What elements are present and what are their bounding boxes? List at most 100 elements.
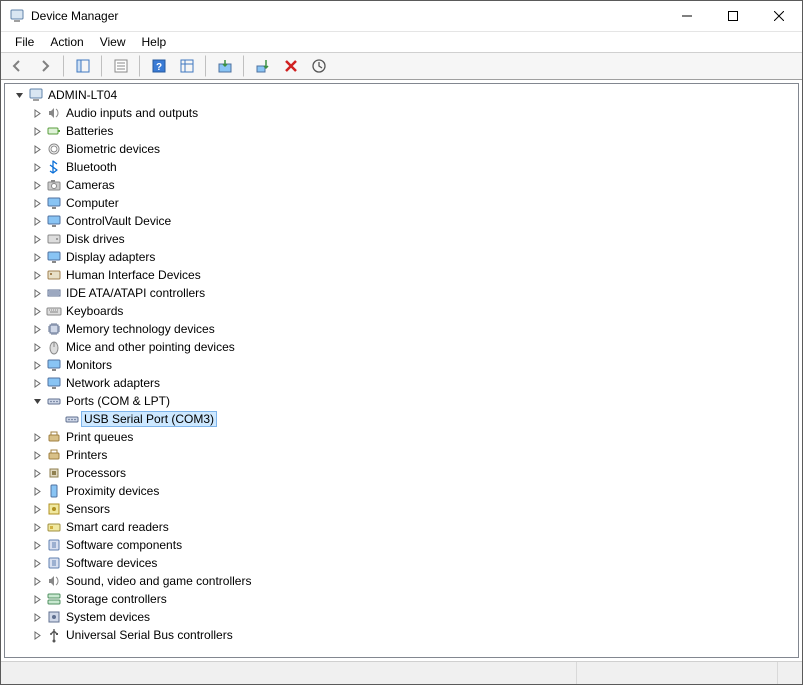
category-network[interactable]: Network adapters [9, 374, 798, 392]
category-display[interactable]: Display adapters [9, 248, 798, 266]
expand-icon[interactable] [29, 469, 45, 478]
expand-icon[interactable] [29, 631, 45, 640]
category-usb[interactable]: Universal Serial Bus controllers [9, 626, 798, 644]
category-storage[interactable]: Storage controllers [9, 590, 798, 608]
category-monitors[interactable]: Monitors [9, 356, 798, 374]
menu-view[interactable]: View [92, 33, 134, 51]
expand-icon[interactable] [29, 523, 45, 532]
category-ports[interactable]: Ports (COM & LPT) [9, 392, 798, 410]
collapse-icon[interactable] [11, 91, 27, 100]
expand-icon[interactable] [29, 145, 45, 154]
expand-icon[interactable] [29, 487, 45, 496]
tree-label: Biometric devices [63, 141, 163, 157]
category-cameras[interactable]: Cameras [9, 176, 798, 194]
category-keyboards[interactable]: Keyboards [9, 302, 798, 320]
minimize-button[interactable] [664, 1, 710, 31]
category-sensors[interactable]: Sensors [9, 500, 798, 518]
expand-icon[interactable] [29, 577, 45, 586]
menu-help[interactable]: Help [134, 33, 175, 51]
category-system[interactable]: System devices [9, 608, 798, 626]
usb-icon [45, 627, 63, 643]
category-bluetooth[interactable]: Bluetooth [9, 158, 798, 176]
category-printers[interactable]: Printers [9, 446, 798, 464]
collapse-icon[interactable] [29, 397, 45, 406]
app-icon [9, 8, 25, 24]
expand-icon[interactable] [29, 271, 45, 280]
category-sound[interactable]: Sound, video and game controllers [9, 572, 798, 590]
device-item-usbserial[interactable]: USB Serial Port (COM3) [9, 410, 798, 428]
category-cpu[interactable]: Processors [9, 464, 798, 482]
expand-icon[interactable] [29, 199, 45, 208]
category-memory[interactable]: Memory technology devices [9, 320, 798, 338]
expand-icon[interactable] [29, 379, 45, 388]
resize-grip[interactable] [778, 662, 802, 684]
close-button[interactable] [756, 1, 802, 31]
scan-hardware-button[interactable] [307, 54, 331, 78]
category-mice[interactable]: Mice and other pointing devices [9, 338, 798, 356]
tree-root[interactable]: ADMIN-LT04 [9, 86, 798, 104]
device-tree[interactable]: ADMIN-LT04 Audio inputs and outputsBatte… [4, 83, 799, 658]
expand-icon[interactable] [29, 361, 45, 370]
menu-action[interactable]: Action [42, 33, 91, 51]
category-batteries[interactable]: Batteries [9, 122, 798, 140]
category-disk[interactable]: Disk drives [9, 230, 798, 248]
menubar: File Action View Help [1, 32, 802, 52]
expand-icon[interactable] [29, 559, 45, 568]
category-audio[interactable]: Audio inputs and outputs [9, 104, 798, 122]
battery-icon [45, 123, 63, 139]
menu-file[interactable]: File [7, 33, 42, 51]
tree-label: System devices [63, 609, 153, 625]
expand-icon[interactable] [29, 505, 45, 514]
category-smartcard[interactable]: Smart card readers [9, 518, 798, 536]
tree-label: USB Serial Port (COM3) [81, 411, 217, 427]
software-icon [45, 555, 63, 571]
tree-label: Print queues [63, 429, 136, 445]
expand-icon[interactable] [29, 325, 45, 334]
toolbar-separator [101, 55, 103, 77]
expand-icon[interactable] [29, 253, 45, 262]
expand-icon[interactable] [29, 289, 45, 298]
help-button[interactable]: ? [147, 54, 171, 78]
tree-label: Monitors [63, 357, 115, 373]
tree-label: Cameras [63, 177, 118, 193]
category-hid[interactable]: Human Interface Devices [9, 266, 798, 284]
expand-icon[interactable] [29, 127, 45, 136]
expand-icon[interactable] [29, 235, 45, 244]
forward-button[interactable] [33, 54, 57, 78]
tree-label: IDE ATA/ATAPI controllers [63, 285, 208, 301]
status-panel [1, 662, 577, 684]
category-swcomp[interactable]: Software components [9, 536, 798, 554]
back-button[interactable] [5, 54, 29, 78]
expand-icon[interactable] [29, 541, 45, 550]
maximize-button[interactable] [710, 1, 756, 31]
expand-icon[interactable] [29, 595, 45, 604]
tree-label: Sound, video and game controllers [63, 573, 254, 589]
tree-label: Proximity devices [63, 483, 162, 499]
expand-icon[interactable] [29, 163, 45, 172]
expand-icon[interactable] [29, 217, 45, 226]
card-icon [45, 519, 63, 535]
expand-icon[interactable] [29, 613, 45, 622]
view-button[interactable] [175, 54, 199, 78]
update-driver-button[interactable] [213, 54, 237, 78]
enable-device-button[interactable] [251, 54, 275, 78]
category-printq[interactable]: Print queues [9, 428, 798, 446]
category-proximity[interactable]: Proximity devices [9, 482, 798, 500]
show-hide-tree-button[interactable] [71, 54, 95, 78]
expand-icon[interactable] [29, 307, 45, 316]
expand-icon[interactable] [29, 109, 45, 118]
category-computer[interactable]: Computer [9, 194, 798, 212]
expand-icon[interactable] [29, 433, 45, 442]
category-biometric[interactable]: Biometric devices [9, 140, 798, 158]
expand-icon[interactable] [29, 343, 45, 352]
expand-icon[interactable] [29, 451, 45, 460]
category-cvault[interactable]: ControlVault Device [9, 212, 798, 230]
category-ide[interactable]: IDE ATA/ATAPI controllers [9, 284, 798, 302]
category-swdev[interactable]: Software devices [9, 554, 798, 572]
expand-icon[interactable] [29, 181, 45, 190]
toolbar: ? [1, 52, 802, 80]
port-icon [63, 411, 81, 427]
properties-button[interactable] [109, 54, 133, 78]
speaker-icon [45, 573, 63, 589]
uninstall-device-button[interactable] [279, 54, 303, 78]
